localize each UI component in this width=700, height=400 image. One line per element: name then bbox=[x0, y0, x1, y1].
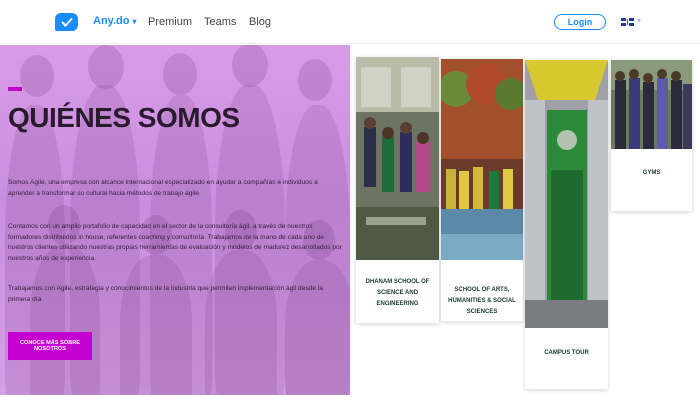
hero-section: QUIÉNES SOMOS Somos Agile, una empresa c… bbox=[0, 45, 350, 395]
anydo-logo-icon[interactable] bbox=[55, 13, 78, 31]
hero-paragraph-1: Somos Agile, una empresa con alcance int… bbox=[8, 179, 318, 197]
nav-blog[interactable]: Blog bbox=[249, 16, 271, 28]
hero-content: QUIÉNES SOMOS Somos Agile, una empresa c… bbox=[0, 45, 350, 395]
login-button[interactable]: Login bbox=[554, 14, 606, 30]
card-image-building bbox=[525, 60, 608, 328]
card-campus-tour[interactable]: CAMPUS TOUR bbox=[525, 60, 608, 389]
card-label: DHANAM SCHOOL OF SCIENCE AND ENGINEERING bbox=[365, 279, 430, 307]
nav-premium[interactable]: Premium bbox=[148, 16, 192, 28]
about-us-button[interactable]: CONOCE MÁS SOBRE NOSOTROS bbox=[8, 332, 92, 360]
nav-teams[interactable]: Teams bbox=[204, 16, 236, 28]
hero-title: QUIÉNES SOMOS bbox=[8, 102, 240, 133]
card-image-students bbox=[356, 57, 439, 260]
card-gyms[interactable]: GYMS bbox=[611, 60, 692, 211]
card-arts-humanities[interactable]: SCHOOL OF ARTS, HUMANITIES & SOCIAL SCIE… bbox=[441, 59, 523, 321]
card-label: SCHOOL OF ARTS, HUMANITIES & SOCIAL SCIE… bbox=[448, 287, 516, 315]
card-image-group bbox=[611, 60, 692, 149]
hero-paragraph-2: Contamos con un amplio portafolio de cap… bbox=[8, 223, 342, 262]
uk-flag-icon[interactable] bbox=[621, 18, 634, 26]
top-navbar: Any.do ▾ Premium Teams Blog Login ▾ bbox=[0, 0, 700, 44]
card-image-campus bbox=[441, 59, 523, 260]
chevron-down-icon: ▾ bbox=[132, 16, 137, 26]
accent-bar bbox=[8, 87, 22, 91]
language-dropdown-icon[interactable]: ▾ bbox=[637, 16, 641, 25]
card-label: CAMPUS TOUR bbox=[544, 350, 589, 356]
hero-paragraph-3: Trabajamos con Agile, estrategia y conoc… bbox=[8, 285, 323, 303]
brand-menu[interactable]: Any.do ▾ bbox=[93, 15, 136, 27]
card-label: GYMS bbox=[642, 170, 661, 176]
card-science-engineering[interactable]: DHANAM SCHOOL OF SCIENCE AND ENGINEERING bbox=[356, 57, 439, 323]
brand-label: Any.do bbox=[93, 15, 130, 27]
